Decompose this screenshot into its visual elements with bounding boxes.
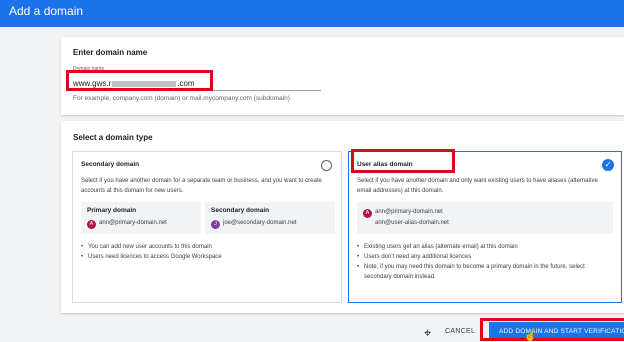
secondary-domain-example: Secondary domain J joe@secondary-domain.… [205, 202, 335, 234]
secondary-domain-title: Secondary domain [81, 161, 140, 168]
primary-domain-example: Primary domain A ann@primary-domain.net [81, 202, 201, 234]
cancel-button[interactable]: CANCEL [445, 328, 475, 335]
domain-name-heading: Enter domain name [73, 48, 148, 57]
alias-example-email-1: ann@primary-domain.net [375, 209, 443, 215]
mouse-cursor-icon: ⌖ [424, 325, 432, 340]
primary-domain-label: Primary domain [87, 207, 137, 214]
list-item: Users don't need any additional licences [357, 252, 612, 262]
secondary-domain-description: Select if you have another domain for a … [81, 178, 322, 194]
domain-type-heading: Select a domain type [73, 133, 153, 142]
pointer-cursor-icon: ☝ [524, 331, 537, 342]
checkmark-icon[interactable]: ✓ [602, 159, 614, 171]
secondary-domain-option[interactable]: Secondary domain Select if you have anot… [72, 151, 342, 303]
avatar: A [87, 220, 96, 229]
top-bar: Add a domain [0, 0, 624, 27]
highlight-box-add-button [480, 318, 624, 341]
secondary-domain-label: Secondary domain [211, 207, 270, 214]
domain-name-hint: For example, company.com (domain) or mai… [73, 95, 290, 102]
avatar: J [211, 220, 220, 229]
secondary-domain-bullets: You can add new user accounts to this do… [81, 242, 336, 262]
alias-domain-example: A ann@primary-domain.net ann@user-alias-… [357, 202, 613, 234]
user-alias-domain-bullets: Existing users get an alias (alternate e… [357, 242, 612, 282]
list-item: Existing users get an alias (alternate e… [357, 242, 612, 252]
primary-domain-email: ann@primary-domain.net [99, 220, 167, 226]
list-item: Users need licences to access Google Wor… [81, 252, 336, 262]
list-item: Note, if you may need this domain to bec… [357, 262, 612, 282]
alias-example-email-2: ann@user-alias-domain.net [375, 220, 449, 226]
domain-type-card: Select a domain type Secondary domain Se… [61, 121, 624, 313]
list-item: You can add new user accounts to this do… [81, 242, 336, 252]
avatar: A [363, 209, 372, 218]
user-alias-domain-description: Select if you have another domain and on… [357, 178, 598, 194]
page-title: Add a domain [9, 4, 84, 18]
highlight-box-user-alias [351, 149, 455, 173]
highlight-box-domain-input [66, 70, 213, 91]
secondary-domain-radio[interactable] [321, 160, 332, 171]
user-alias-domain-option[interactable]: User alias domain ✓ Select if you have a… [348, 151, 622, 303]
secondary-domain-email: joe@secondary-domain.net [223, 220, 297, 226]
